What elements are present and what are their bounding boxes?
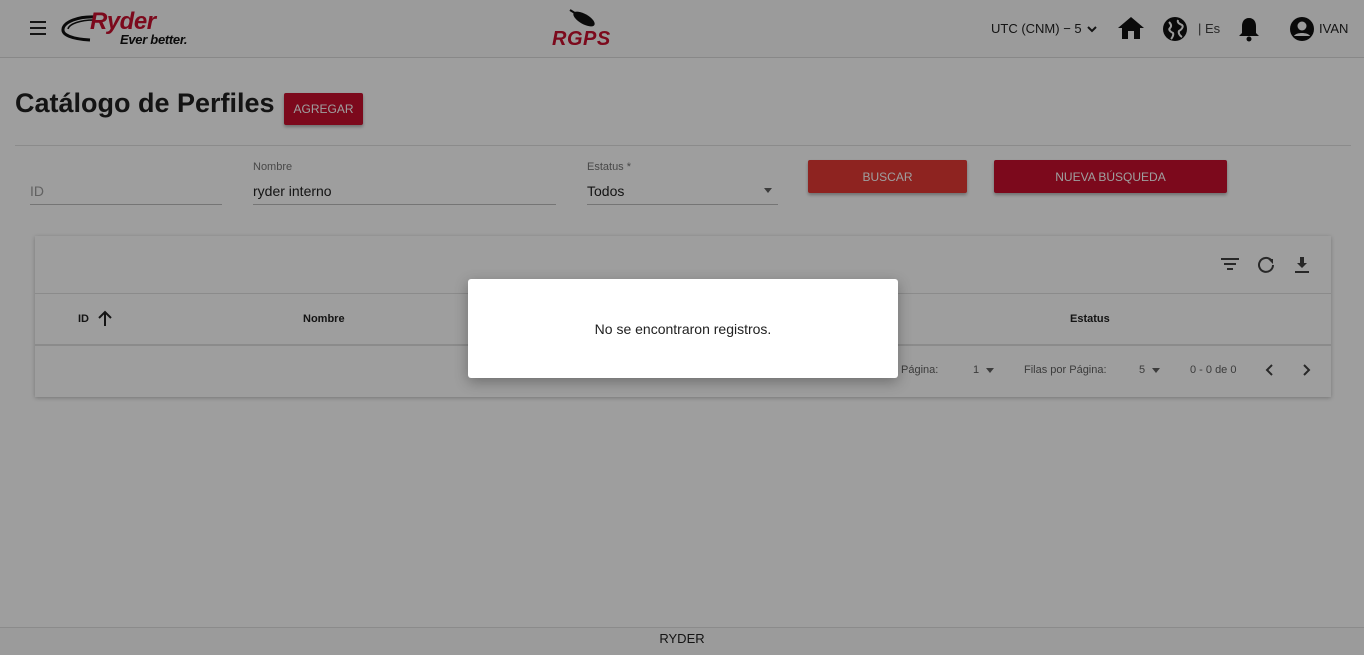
no-records-dialog: No se encontraron registros.	[468, 279, 898, 378]
dialog-message: No se encontraron registros.	[594, 321, 772, 337]
